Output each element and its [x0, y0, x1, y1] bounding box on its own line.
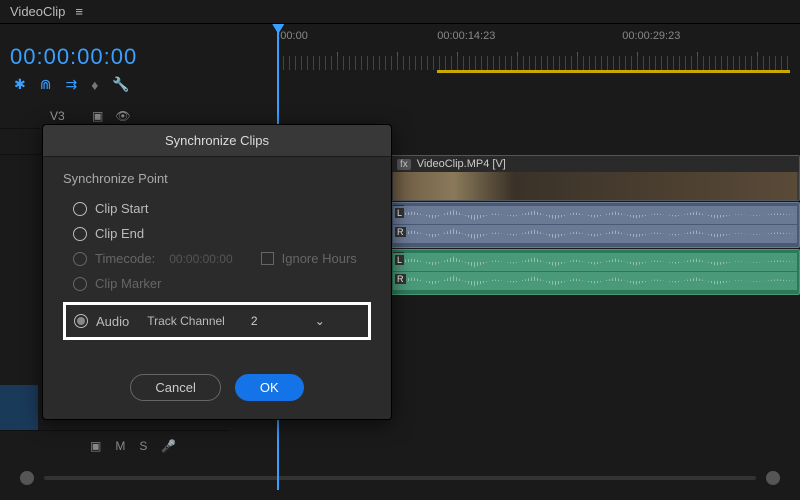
timeline-panel: VideoClip ≡ 00:00:00:00 :00:00 00:00:14:…: [0, 0, 800, 500]
radio-clip-marker: Clip Marker: [63, 271, 371, 296]
video-clip[interactable]: fx VideoClip.MP4 [V]: [390, 155, 800, 201]
zoom-handle-left[interactable]: [20, 471, 34, 485]
radio-timecode: Timecode: 00:00:00:00 Ignore Hours: [63, 246, 371, 271]
magnet-icon[interactable]: ⋒: [40, 76, 52, 93]
radio-icon: [73, 277, 87, 291]
radio-icon: [73, 202, 87, 216]
audio-clip-a2[interactable]: fx L R: [390, 249, 800, 295]
ok-button[interactable]: OK: [235, 374, 304, 401]
dialog-section-label: Synchronize Point: [63, 171, 371, 186]
clip-name: VideoClip.MP4 [V]: [417, 158, 506, 170]
dialog-title: Synchronize Clips: [43, 125, 391, 157]
track-controls-row: ▣ M S 🎤: [0, 431, 230, 461]
radio-audio[interactable]: Audio Track Channel 2 ⌄: [74, 311, 360, 331]
radio-clip-start[interactable]: Clip Start: [63, 196, 371, 221]
current-timecode[interactable]: 00:00:00:00: [10, 44, 137, 70]
eye-icon[interactable]: 👁: [115, 109, 130, 123]
waveform-left: L: [393, 206, 797, 224]
ruler-ticks: [277, 56, 790, 70]
voiceover-mic-icon[interactable]: 🎤: [161, 439, 176, 453]
ruler-tick-label: 00:00:14:23: [437, 30, 495, 42]
scroll-track[interactable]: [44, 476, 756, 480]
waveform-right: R: [393, 225, 797, 243]
waveform-right: R: [393, 272, 797, 290]
audio-clip-a1[interactable]: fx L R: [390, 202, 800, 248]
radio-icon: [73, 252, 87, 266]
track-patch[interactable]: [0, 385, 38, 430]
marker-icon[interactable]: ♦: [91, 77, 98, 93]
snap-icon[interactable]: ✱: [14, 76, 26, 93]
track-channel-dropdown[interactable]: 2 ⌄: [243, 311, 333, 331]
time-ruler[interactable]: :00:00 00:00:14:23 00:00:29:23 00:00: [277, 30, 790, 70]
synchronize-clips-dialog: Synchronize Clips Synchronize Point Clip…: [42, 124, 392, 420]
toggle-output-icon[interactable]: ▣: [90, 439, 101, 453]
linked-selection-icon[interactable]: ⇉: [65, 76, 77, 93]
zoom-handle-right[interactable]: [766, 471, 780, 485]
clip-thumbnail: [393, 172, 797, 200]
checkbox-icon: [261, 252, 274, 265]
wrench-icon[interactable]: 🔧: [112, 76, 129, 93]
chevron-down-icon: ⌄: [315, 314, 325, 328]
highlighted-option: Audio Track Channel 2 ⌄: [63, 302, 371, 340]
solo-button[interactable]: S: [139, 439, 147, 453]
radio-clip-end[interactable]: Clip End: [63, 221, 371, 246]
horizontal-scrollbar[interactable]: [0, 461, 800, 495]
panel-tab-bar: VideoClip ≡: [0, 0, 800, 24]
track-label: V3: [50, 109, 80, 123]
timeline-toolbar: ✱ ⋒ ⇉ ♦ 🔧: [0, 70, 800, 103]
mute-button[interactable]: M: [115, 439, 125, 453]
panel-tab-name[interactable]: VideoClip: [10, 4, 65, 19]
timecode-value: 00:00:00:00: [169, 252, 232, 266]
panel-menu-icon[interactable]: ≡: [75, 4, 83, 19]
cancel-button[interactable]: Cancel: [130, 374, 220, 401]
radio-icon: [74, 314, 88, 328]
radio-icon: [73, 227, 87, 241]
ruler-tick-label: 00:00:29:23: [622, 30, 680, 42]
ruler-tick-label: :00:00: [277, 30, 308, 42]
waveform-left: L: [393, 253, 797, 271]
toggle-output-icon[interactable]: ▣: [92, 109, 103, 123]
fx-badge[interactable]: fx: [397, 159, 411, 170]
track-channel-label: Track Channel: [147, 314, 225, 328]
work-area-bar[interactable]: [437, 70, 790, 73]
